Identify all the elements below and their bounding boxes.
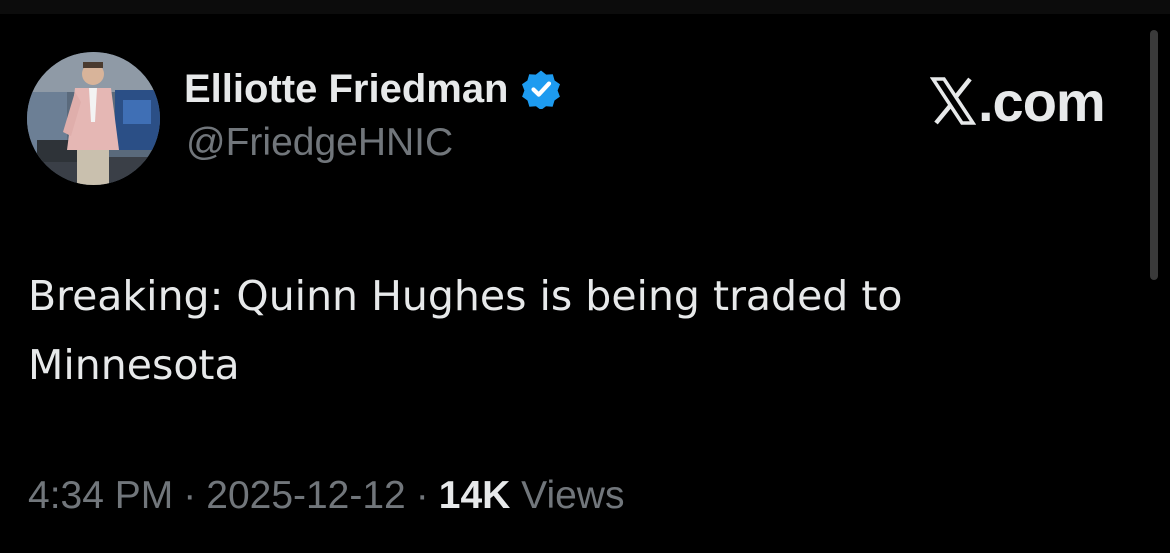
scrollbar[interactable] (1150, 30, 1158, 280)
top-bar (0, 0, 1170, 14)
x-logo-icon (930, 77, 976, 125)
brand-domain-text: .com (978, 69, 1106, 133)
verified-badge-icon (521, 70, 560, 109)
views-label: Views (521, 474, 625, 517)
tweet-text: Breaking: Quinn Hughes is being traded t… (28, 272, 903, 389)
tweet-meta: 4:34 PM · 2025-12-12 · 14K Views (28, 474, 624, 518)
author-handle[interactable]: @FriedgeHNIC (186, 121, 453, 165)
avatar[interactable] (27, 52, 160, 185)
x-com-brand: .com (930, 69, 1106, 133)
author-row: Elliotte Friedman (184, 64, 561, 114)
tweet-date[interactable]: 2025-12-12 (206, 474, 406, 517)
author-name[interactable]: Elliotte Friedman (184, 67, 509, 112)
tweet-time[interactable]: 4:34 PM (28, 474, 173, 517)
avatar-image (27, 52, 160, 185)
meta-separator: · (415, 474, 429, 517)
views-count[interactable]: 14K (439, 474, 511, 517)
meta-separator: · (183, 474, 197, 517)
